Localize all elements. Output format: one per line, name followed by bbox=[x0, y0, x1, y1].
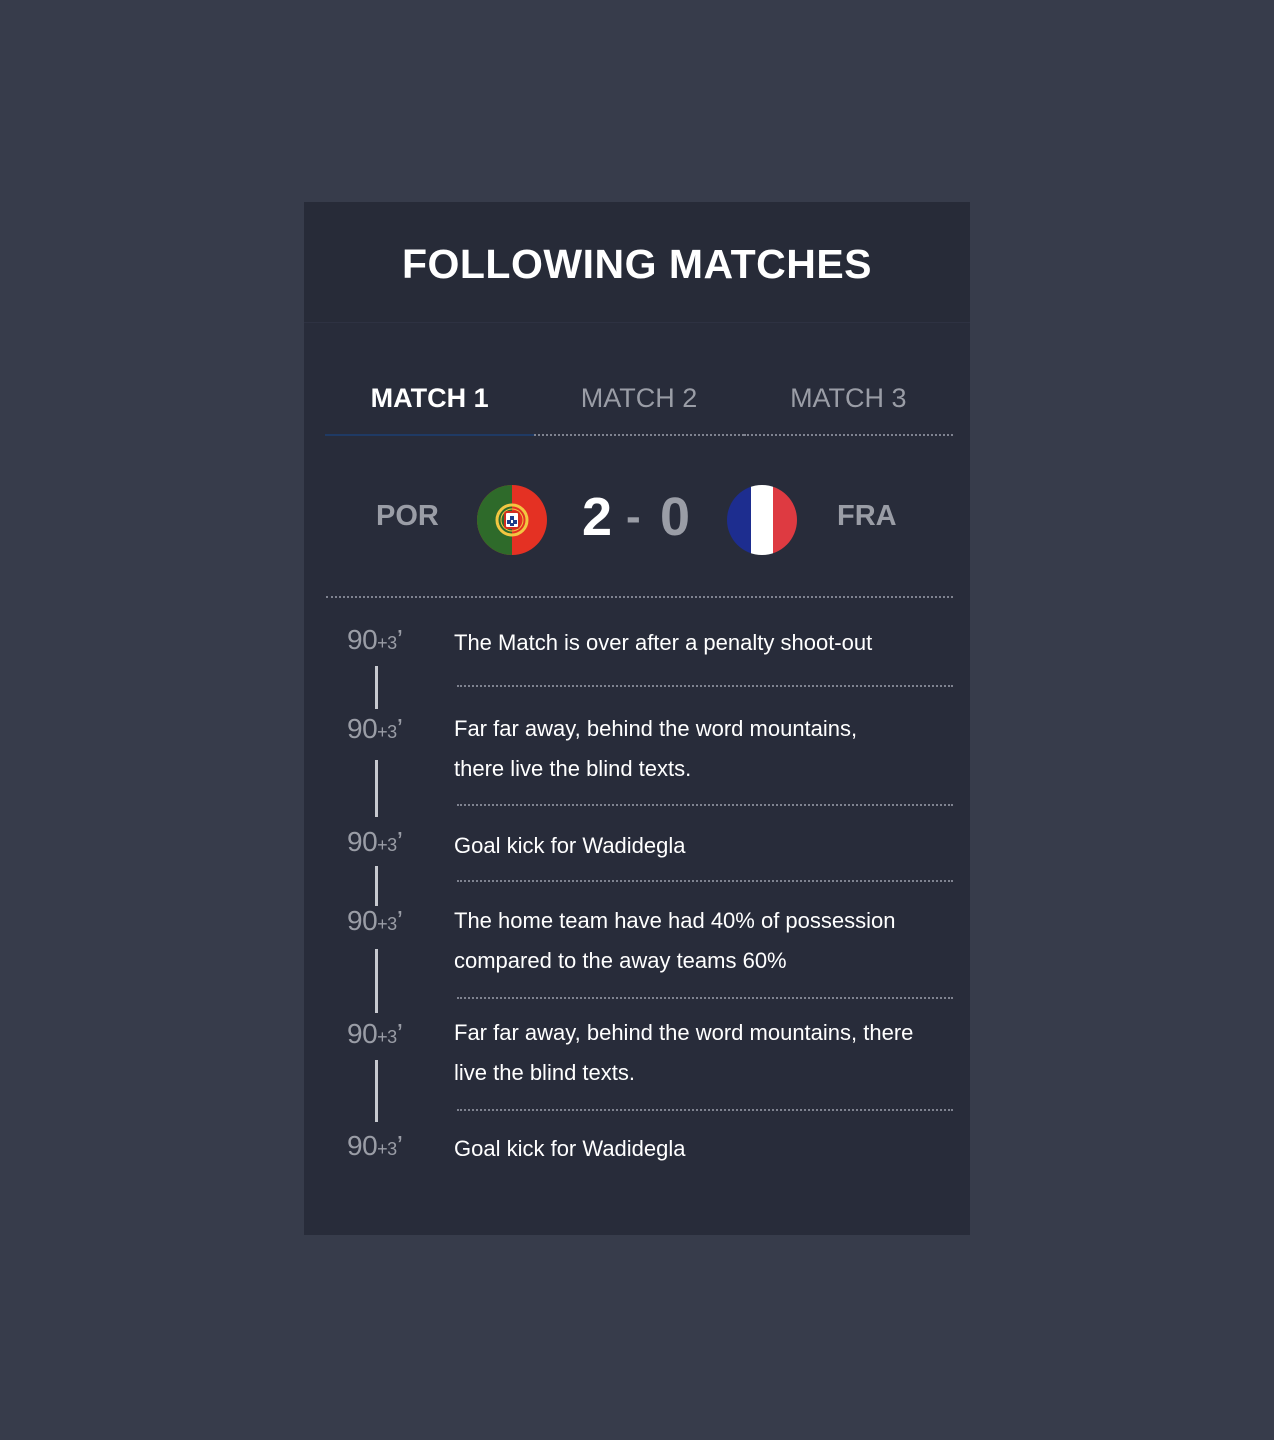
scoreboard-divider bbox=[326, 596, 953, 598]
france-flag-icon bbox=[727, 485, 797, 555]
home-team-code: POR bbox=[376, 500, 439, 532]
timeline-connector bbox=[375, 866, 378, 906]
event-text: Far far away, behind the word mountains,… bbox=[454, 716, 858, 781]
event-time: 90+3’ bbox=[347, 905, 403, 936]
event-text: Goal kick for Wadidegla bbox=[454, 1136, 686, 1161]
score-separator: - bbox=[626, 492, 641, 541]
event-time: 90+3’ bbox=[347, 826, 403, 857]
timeline-connector bbox=[375, 666, 378, 709]
timeline-connector bbox=[375, 760, 378, 817]
scoreboard: POR 2 - 0 FRA bbox=[304, 482, 970, 558]
match-tabs: MATCH 1 MATCH 2 MATCH 3 bbox=[325, 362, 953, 436]
tab-match-2[interactable]: MATCH 2 bbox=[534, 362, 744, 436]
card-title: FOLLOWING MATCHES bbox=[401, 240, 873, 287]
portugal-flag-icon bbox=[477, 485, 547, 555]
tab-match-3[interactable]: MATCH 3 bbox=[743, 362, 953, 436]
event-text: The Match is over after a penalty shoot-… bbox=[454, 630, 873, 655]
timeline-connector bbox=[375, 949, 378, 1013]
event-text: Goal kick for Wadidegla bbox=[454, 833, 686, 858]
timeline-connector bbox=[375, 1060, 378, 1122]
away-team-code: FRA bbox=[837, 500, 897, 532]
event-time: 90+3’ bbox=[347, 624, 403, 655]
event-time: 90+3’ bbox=[347, 1018, 403, 1049]
event-divider bbox=[457, 997, 953, 999]
card-header: FOLLOWING MATCHES bbox=[304, 202, 970, 323]
event-divider bbox=[457, 1109, 953, 1111]
home-score: 2 bbox=[582, 487, 613, 547]
event-time: 90+3’ bbox=[347, 713, 403, 744]
event-divider bbox=[457, 880, 953, 882]
tab-match-1[interactable]: MATCH 1 bbox=[325, 362, 535, 436]
event-divider bbox=[457, 685, 953, 687]
event-text: Far far away, behind the word mountains,… bbox=[454, 1020, 914, 1085]
event-text: The home team have had 40% of possession… bbox=[454, 908, 896, 973]
following-matches-card: FOLLOWING MATCHES MATCH 1 MATCH 2 MATCH … bbox=[304, 202, 970, 1235]
away-score: 0 bbox=[660, 487, 691, 547]
event-time: 90+3’ bbox=[347, 1130, 403, 1161]
event-divider bbox=[457, 804, 953, 806]
